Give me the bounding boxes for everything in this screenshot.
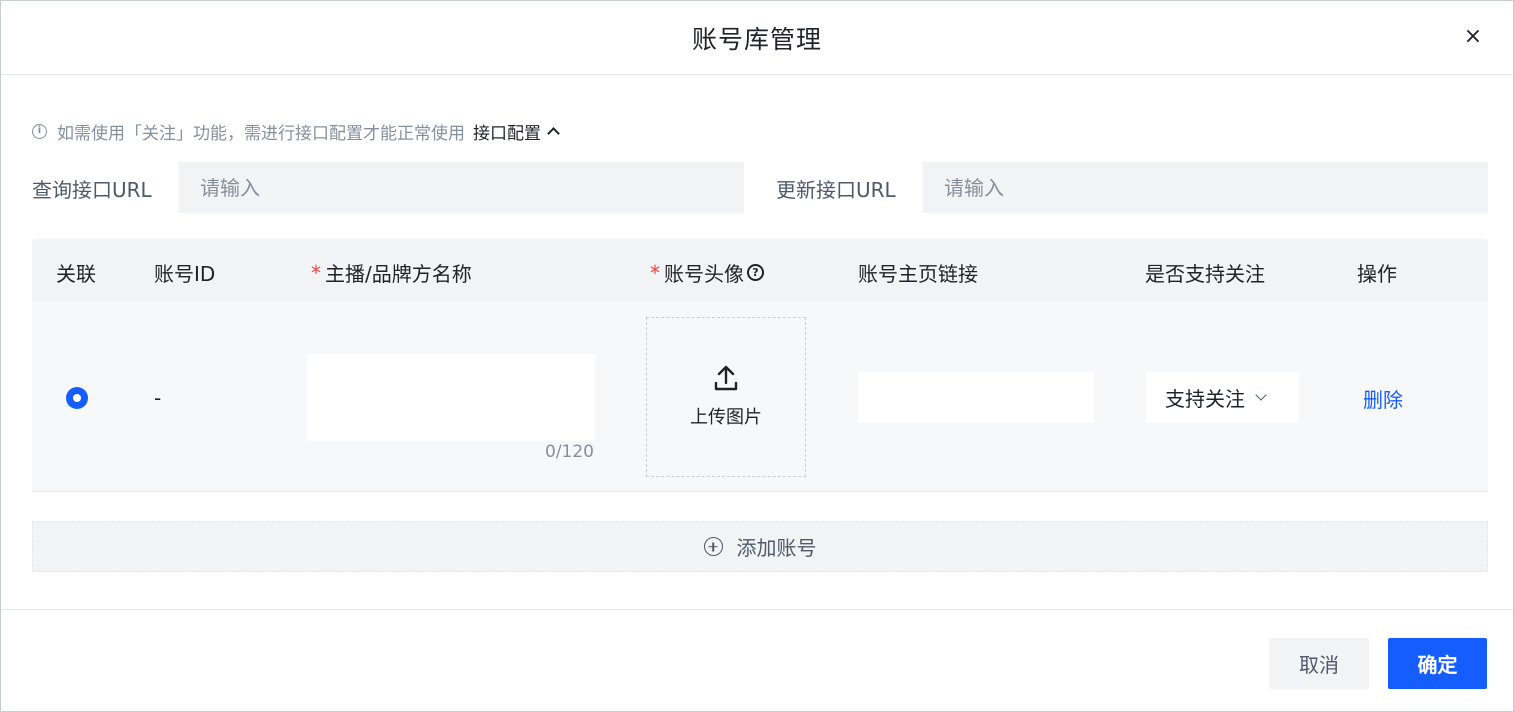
tip-text: 如需使用「关注」功能，需进行接口配置才能正常使用 — [57, 123, 465, 144]
dialog-footer: 取消 确定 — [1, 609, 1513, 712]
confirm-button[interactable]: 确定 — [1388, 638, 1487, 689]
header-name: * 主播/品牌方名称 — [311, 258, 472, 287]
query-url-input[interactable] — [179, 162, 744, 213]
dialog-title: 账号库管理 — [691, 24, 822, 54]
upload-icon — [714, 365, 738, 391]
table-row: - 0/120 上传图片 支持关注 删除 — [32, 302, 1488, 492]
homepage-link-input[interactable] — [858, 372, 1094, 423]
plus-circle-icon — [703, 537, 723, 556]
follow-select-value: 支持关注 — [1165, 387, 1245, 411]
required-mark: * — [311, 260, 321, 285]
name-char-counter: 0/120 — [545, 442, 594, 462]
upload-label: 上传图片 — [690, 407, 762, 428]
api-url-row: 查询接口URL 更新接口URL — [32, 162, 1488, 213]
api-config-toggle[interactable]: 接口配置 — [473, 119, 560, 144]
header-avatar-label: 账号头像 — [664, 262, 744, 286]
account-id-value: - — [154, 386, 162, 410]
required-mark: * — [650, 260, 660, 285]
update-url-input[interactable] — [923, 162, 1488, 213]
help-icon[interactable]: ? — [747, 264, 764, 281]
chevron-down-icon — [1255, 389, 1267, 401]
radio-dot — [73, 394, 81, 402]
cancel-button[interactable]: 取消 — [1269, 638, 1369, 689]
header-account-id: 账号ID — [154, 262, 216, 286]
add-account-button[interactable]: 添加账号 — [32, 521, 1488, 572]
chevron-up-icon — [547, 127, 560, 140]
header-follow: 是否支持关注 — [1145, 262, 1265, 286]
header-link: 关联 — [56, 262, 96, 286]
dialog-header: 账号库管理 × — [1, 1, 1513, 75]
account-table: 关联 账号ID * 主播/品牌方名称 * 账号头像 ? 账号主页链接 是否支持关… — [32, 239, 1488, 492]
api-config-tip: i 如需使用「关注」功能，需进行接口配置才能正常使用 接口配置 — [32, 119, 560, 144]
query-url-label: 查询接口URL — [32, 178, 152, 202]
account-library-dialog: 账号库管理 × i 如需使用「关注」功能，需进行接口配置才能正常使用 接口配置 … — [0, 0, 1514, 712]
table-header: 关联 账号ID * 主播/品牌方名称 * 账号头像 ? 账号主页链接 是否支持关… — [32, 239, 1488, 302]
link-radio[interactable] — [66, 387, 88, 409]
info-icon: i — [32, 123, 47, 139]
add-account-label: 添加账号 — [736, 536, 817, 560]
update-url-label: 更新接口URL — [776, 178, 896, 202]
follow-select[interactable]: 支持关注 — [1146, 372, 1299, 423]
avatar-upload[interactable]: 上传图片 — [646, 317, 806, 477]
header-action: 操作 — [1357, 262, 1397, 286]
api-config-link[interactable]: 接口配置 — [473, 119, 541, 144]
delete-button[interactable]: 删除 — [1363, 384, 1403, 413]
header-avatar: * 账号头像 ? — [650, 258, 764, 287]
header-name-label: 主播/品牌方名称 — [325, 262, 472, 286]
name-input[interactable] — [307, 354, 595, 441]
header-homepage: 账号主页链接 — [858, 262, 978, 286]
close-icon[interactable]: × — [1459, 23, 1487, 51]
